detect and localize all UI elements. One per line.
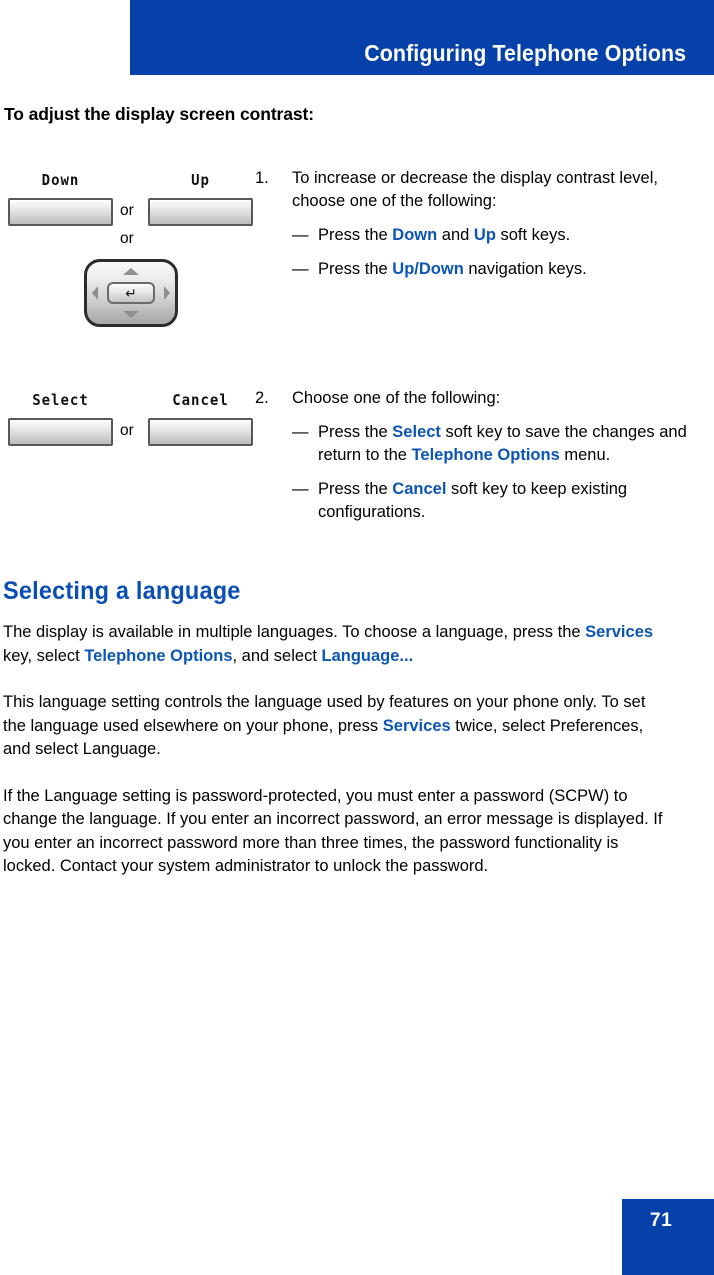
page-header-title: Configuring Telephone Options bbox=[364, 40, 686, 66]
step-1-text: 1. To increase or decrease the display c… bbox=[255, 167, 714, 281]
footer-page-number: 71 bbox=[650, 1210, 673, 1231]
navpad-up-arrow-icon[interactable] bbox=[123, 268, 139, 275]
paragraph-choose-language: The display is available in multiple lan… bbox=[3, 623, 654, 665]
intro-heading: To adjust the display screen contrast: bbox=[4, 104, 314, 124]
softkey-label-select: Select bbox=[32, 392, 89, 410]
step-2-bullet-2-dash: — bbox=[292, 480, 309, 498]
step-1-bullet-2-text: Press the Up/Down navigation keys. bbox=[318, 260, 587, 278]
inline-key-term: Cancel bbox=[392, 480, 447, 498]
step-1-artwork: Down or Up or ↵ bbox=[0, 167, 255, 347]
navpad-down-arrow-icon[interactable] bbox=[123, 311, 139, 318]
inline-key-term: Down bbox=[392, 226, 438, 244]
softkey-label-up: Up bbox=[191, 172, 210, 190]
step-2-text: 2. Choose one of the following: — Press … bbox=[255, 387, 714, 524]
step-2-bullet-1-dash: — bbox=[292, 423, 309, 441]
softkey-group-down-up: Down or Up or ↵ bbox=[0, 167, 255, 347]
step-1-main-line: 1. To increase or decrease the display c… bbox=[255, 167, 700, 213]
or-label-above-navpad: or bbox=[120, 230, 134, 247]
step-1-number: 1. bbox=[255, 169, 269, 187]
softkey-label-down: Down bbox=[41, 172, 80, 190]
step-2-bullet-2-text: Press the Cancel soft key to keep existi… bbox=[318, 480, 628, 521]
footer-page-box: 71 bbox=[622, 1199, 714, 1275]
inline-key-term: Select bbox=[392, 423, 441, 441]
step-1-bullet-2: — Press the Up/Down navigation keys. bbox=[255, 258, 700, 281]
step-2-bullet-2: — Press the Cancel soft key to keep exis… bbox=[255, 478, 700, 524]
step-1-bullet-1: — Press the Down and Up soft keys. bbox=[255, 224, 700, 247]
navpad-right-arrow-icon[interactable] bbox=[164, 286, 170, 300]
section-heading-selecting-a-language: Selecting a language bbox=[3, 577, 241, 605]
step-2-main-line: 2. Choose one of the following: bbox=[255, 387, 700, 410]
inline-key-term: Telephone Options bbox=[411, 446, 560, 464]
inline-key-term: Up bbox=[473, 226, 496, 244]
softkey-label-cancel: Cancel bbox=[172, 392, 229, 410]
inline-key-term: Services bbox=[382, 716, 451, 735]
step-1-main-text: To increase or decrease the display cont… bbox=[292, 169, 658, 210]
page-header-banner: Configuring Telephone Options bbox=[130, 0, 714, 75]
step-1-bullet-1-dash: — bbox=[292, 226, 309, 244]
step-2-artwork: Select or Cancel bbox=[0, 387, 255, 467]
step-1-bullet-2-dash: — bbox=[292, 260, 309, 278]
inline-key-term: Services bbox=[585, 623, 654, 641]
step-1-bullet-1-text: Press the Down and Up soft keys. bbox=[318, 226, 571, 244]
navigation-pad[interactable]: ↵ bbox=[84, 259, 178, 327]
softkey-button-cancel[interactable] bbox=[148, 418, 253, 446]
step-2-number: 2. bbox=[255, 389, 269, 407]
step-2-bullet-1-text: Press the Select soft key to save the ch… bbox=[318, 423, 687, 464]
or-label-between-select-cancel: or bbox=[120, 422, 134, 439]
softkey-button-up[interactable] bbox=[148, 198, 253, 226]
page-body: To adjust the display screen contrast: D… bbox=[0, 75, 714, 879]
or-label-between-softkeys: or bbox=[120, 202, 134, 219]
paragraph-language-scope: This language setting controls the langu… bbox=[3, 693, 646, 758]
inline-key-term: Up/Down bbox=[392, 260, 464, 278]
navpad-enter-button[interactable]: ↵ bbox=[107, 282, 155, 304]
inline-key-term: Telephone Options bbox=[84, 646, 233, 665]
navpad-left-arrow-icon[interactable] bbox=[92, 286, 98, 300]
paragraph-password-protection: If the Language setting is password-prot… bbox=[3, 786, 663, 876]
softkey-button-down[interactable] bbox=[8, 198, 113, 226]
step-2-main-text: Choose one of the following: bbox=[292, 389, 501, 407]
procedure-step-1: Down or Up or ↵ 1. To increase or decrea… bbox=[0, 167, 714, 347]
procedure-step-2: Select or Cancel 2. Choose one of the fo… bbox=[0, 387, 714, 524]
inline-key-term: Language... bbox=[321, 646, 414, 665]
softkey-group-select-cancel: Select or Cancel bbox=[0, 387, 255, 467]
step-2-bullet-1: — Press the Select soft key to save the … bbox=[255, 421, 700, 467]
softkey-button-select[interactable] bbox=[8, 418, 113, 446]
